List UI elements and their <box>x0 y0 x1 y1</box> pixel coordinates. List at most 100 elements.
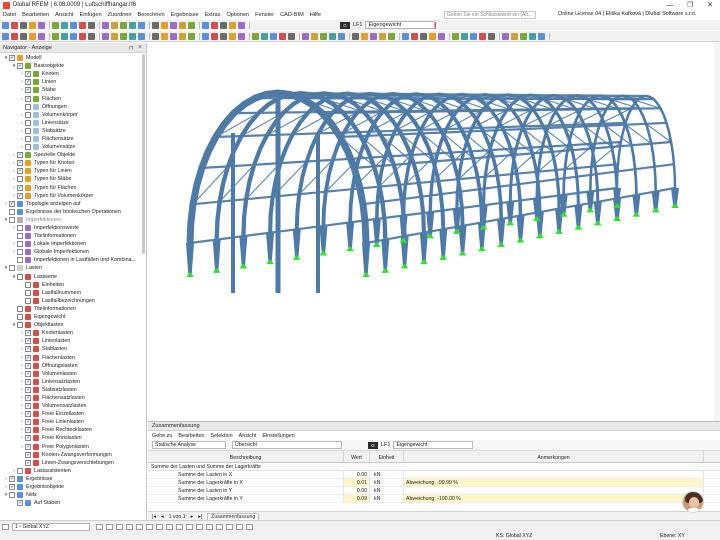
visibility-checkbox[interactable] <box>25 103 31 110</box>
visibility-checkbox[interactable] <box>25 370 31 378</box>
model-viewport[interactable] <box>148 43 720 421</box>
toolbar-button-icon[interactable] <box>102 21 109 29</box>
toolbar-button-icon[interactable] <box>152 32 159 40</box>
load-case-name-dropdown[interactable]: Eigengewicht <box>365 21 436 29</box>
col-remarks[interactable]: Anmerkungen <box>404 451 704 462</box>
visibility-checkbox[interactable] <box>9 265 15 272</box>
snap-toggle-icon[interactable] <box>106 523 113 530</box>
snap-toggle-icon[interactable] <box>216 523 223 530</box>
snap-toggle-icon[interactable] <box>206 523 213 530</box>
navigator-item[interactable]: Knoten-Zwangsverformungen <box>0 451 145 459</box>
toolbar-button-icon[interactable] <box>120 21 127 29</box>
visibility-checkbox[interactable] <box>17 151 23 159</box>
visibility-checkbox[interactable] <box>25 144 31 151</box>
table-row[interactable]: Summe der Lagerkräfte in X 0.01 kN Abweichu… <box>148 479 720 487</box>
navigator-item[interactable]: Einheiten <box>0 281 145 289</box>
toolbar-button-icon[interactable] <box>329 32 336 40</box>
visibility-checkbox[interactable] <box>17 241 23 248</box>
navigator-item[interactable]: Öffnungen <box>0 103 145 111</box>
toolbar-button-icon[interactable] <box>229 21 236 29</box>
toolbar-button-icon[interactable] <box>138 21 145 29</box>
visibility-checkbox[interactable] <box>17 467 23 474</box>
toolbar-button-icon[interactable] <box>211 32 218 40</box>
close-window-button[interactable]: ✕ <box>700 0 720 10</box>
navigator-item[interactable]: ›Typen für Linien <box>0 167 145 175</box>
toolbar-button-icon[interactable] <box>279 32 286 40</box>
visibility-checkbox[interactable] <box>9 200 15 208</box>
navigator-item[interactable]: ›Spezielle Objekte <box>0 151 145 159</box>
toolbar-button-icon[interactable] <box>2 32 9 40</box>
summary-menu-goto[interactable]: Gehe zu <box>152 433 172 439</box>
visibility-checkbox[interactable] <box>25 354 31 362</box>
visibility-checkbox[interactable] <box>25 119 31 126</box>
visibility-checkbox[interactable] <box>25 281 31 288</box>
toolbar-button-icon[interactable] <box>211 21 218 29</box>
summary-menu-settings[interactable]: Einstellungen <box>262 433 294 439</box>
toolbar-button-icon[interactable] <box>411 32 418 40</box>
navigator-item[interactable]: ▾Modell <box>0 54 145 62</box>
navigator-item[interactable]: ›Typen für Volumenkörper <box>0 192 145 200</box>
toolbar-button-icon[interactable] <box>488 32 495 40</box>
navigator-item[interactable]: ›Liniensatzlasten <box>0 378 145 386</box>
toolbar-button-icon[interactable] <box>429 32 436 40</box>
toolbar-button-icon[interactable] <box>238 21 245 29</box>
visibility-checkbox[interactable] <box>25 410 31 418</box>
toolbar-button-icon[interactable] <box>38 32 45 40</box>
navigator-item[interactable]: › Lastassistenten <box>0 467 145 475</box>
toolbar-button-icon[interactable] <box>111 32 118 40</box>
summary-load-case-dropdown[interactable]: Eigengewicht <box>393 441 474 449</box>
toolbar-button-icon[interactable] <box>252 32 259 40</box>
visibility-checkbox[interactable] <box>25 86 31 94</box>
visibility-checkbox[interactable] <box>9 208 15 215</box>
visibility-checkbox[interactable] <box>9 475 15 483</box>
visibility-checkbox[interactable] <box>25 362 31 370</box>
col-value[interactable]: Wert <box>344 451 370 462</box>
navigator-item[interactable]: › Volumensätze <box>0 143 145 151</box>
navigator-item[interactable]: ›Stabsatzlasten <box>0 386 145 394</box>
visibility-checkbox[interactable] <box>25 451 31 459</box>
toolbar-button-icon[interactable] <box>261 32 268 40</box>
visibility-checkbox[interactable] <box>25 337 31 345</box>
summary-menu-selection[interactable]: Selektion <box>210 433 232 439</box>
pin-icon[interactable]: ⊓ <box>129 45 134 52</box>
visibility-checkbox[interactable] <box>25 289 31 296</box>
navigator-item[interactable]: ›Stablasten <box>0 345 145 353</box>
toolbar-button-icon[interactable] <box>152 21 159 29</box>
toolbar-button-icon[interactable] <box>379 32 386 40</box>
navigator-item[interactable]: › Imperfektionswerte <box>0 224 145 232</box>
menu-assign[interactable]: Zuordnen <box>105 12 135 18</box>
keyword-search-input[interactable]: Geben Sie ein Schlüsselwort ein (Alt... <box>444 11 536 19</box>
visibility-checkbox[interactable] <box>9 54 15 62</box>
navigator-item[interactable]: ›Typen für Flächen <box>0 184 145 192</box>
visibility-checkbox[interactable] <box>25 386 31 394</box>
toolbar-button-icon[interactable] <box>479 32 486 40</box>
navigator-item[interactable]: ›Freie Kreislasten <box>0 434 145 442</box>
toolbar-button-icon[interactable] <box>61 21 68 29</box>
navigator-item[interactable]: ▾ Lastwerte <box>0 273 145 281</box>
navigator-item[interactable]: Titelinformationen <box>0 232 145 240</box>
toolbar-button-icon[interactable] <box>402 32 409 40</box>
navigator-item[interactable]: ›Ergebnisse <box>0 475 145 483</box>
visibility-checkbox[interactable] <box>25 443 31 451</box>
toolbar-button-icon[interactable] <box>111 21 118 29</box>
toolbar-button-icon[interactable] <box>202 32 209 40</box>
toolbar-button-icon[interactable] <box>70 32 77 40</box>
snap-toggle-icon[interactable] <box>116 523 123 530</box>
viewport-scrollbar[interactable] <box>714 43 720 421</box>
toolbar-button-icon[interactable] <box>238 32 245 40</box>
toolbar-button-icon[interactable] <box>511 32 518 40</box>
navigator-item[interactable]: ›Flächenlasten <box>0 353 145 362</box>
visibility-checkbox[interactable] <box>25 394 31 402</box>
summary-menu-view[interactable]: Ansicht <box>239 433 257 439</box>
visibility-checkbox[interactable] <box>17 499 23 507</box>
navigator-item[interactable]: ▾ Lasten <box>0 264 145 272</box>
toolbar-button-icon[interactable] <box>2 21 9 29</box>
toolbar-button-icon[interactable] <box>529 32 536 40</box>
airship-hangar-3d-model[interactable] <box>148 43 714 421</box>
navigator-item[interactable]: ▾ Objektlasten <box>0 321 145 329</box>
col-unit[interactable]: Einheit <box>370 451 404 462</box>
menu-file[interactable]: Datei <box>0 12 19 18</box>
visibility-checkbox[interactable] <box>25 329 31 337</box>
navigator-item[interactable]: › Lokale Imperfektionen <box>0 240 145 248</box>
navigator-item[interactable]: ›Freie Polygonlasten <box>0 443 145 451</box>
